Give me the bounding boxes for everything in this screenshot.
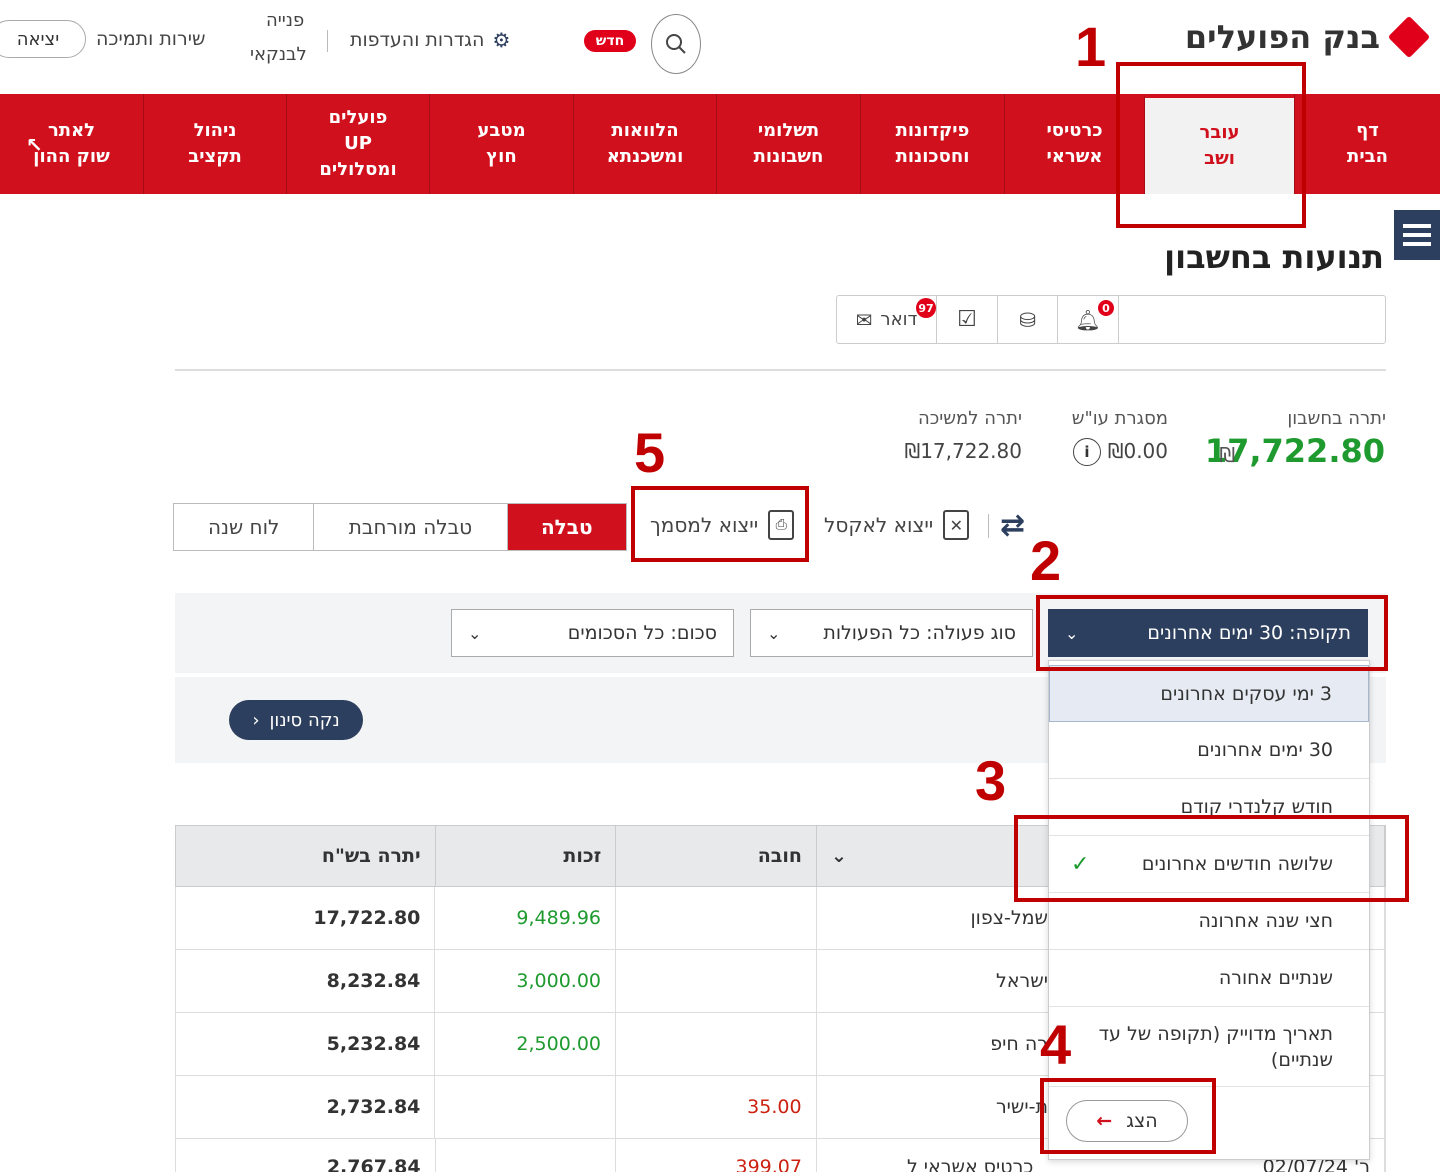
annotation-box-3 bbox=[1014, 815, 1409, 902]
nav-foreign-currency[interactable]: מטבע חוץ bbox=[429, 94, 573, 194]
amount-select-label: סכום: כל הסכומים bbox=[567, 622, 717, 644]
contact-banker-line2[interactable]: לבנקאי bbox=[250, 44, 307, 65]
annotation-box-4 bbox=[1040, 1078, 1216, 1154]
step-number-3: 3 bbox=[975, 749, 1007, 812]
divider bbox=[175, 369, 1386, 371]
nav-deposits[interactable]: פיקדונות וחסכונות bbox=[860, 94, 1004, 194]
view-tabs: לוח שנה טבלה מורחבת טבלה bbox=[173, 503, 627, 551]
bank-name: בנק הפועלים bbox=[1184, 18, 1380, 56]
period-option[interactable]: שנתיים אחורה bbox=[1049, 950, 1369, 1007]
cell-debit bbox=[616, 887, 817, 949]
exit-button[interactable]: יציאה bbox=[0, 20, 86, 58]
cell-balance: 17,722.80 bbox=[176, 887, 436, 949]
cell-credit bbox=[435, 1076, 616, 1138]
hamburger-menu-icon[interactable] bbox=[1394, 210, 1440, 260]
tasks-button[interactable]: ☑ bbox=[937, 296, 998, 343]
checkbox-icon: ☑ bbox=[957, 307, 977, 332]
cell-balance: 2,767.84 bbox=[176, 1139, 436, 1172]
cell-credit: 9,489.96 bbox=[435, 887, 616, 949]
tab-table[interactable]: טבלה bbox=[507, 504, 626, 550]
contact-banker-line1[interactable]: פנייה bbox=[266, 10, 304, 31]
export-excel-label: ייצוא לאקסל bbox=[824, 513, 934, 537]
nav-poalim-up[interactable]: פועלים UP ומסלולים bbox=[286, 94, 429, 194]
step-number-2: 2 bbox=[1030, 529, 1062, 592]
account-balance-currency: ₪ bbox=[1219, 443, 1235, 467]
cell-debit: 399.07 bbox=[616, 1139, 817, 1172]
period-option[interactable]: 3 ימי עסקים אחרונים bbox=[1049, 665, 1369, 722]
cell-description-text: כרטיס אשראי ל bbox=[906, 1156, 1034, 1172]
annotation-box-1 bbox=[1116, 62, 1306, 228]
nav-budget[interactable]: ניהול תקציב bbox=[143, 94, 286, 194]
header-debit: חובה bbox=[616, 826, 817, 886]
step-number-4: 4 bbox=[1040, 1013, 1072, 1076]
chevron-left-icon: ‹ bbox=[252, 709, 260, 731]
action-type-label: סוג פעולה: כל הפעולות bbox=[823, 622, 1016, 644]
bell-icon: 🔔︎ bbox=[1075, 307, 1101, 332]
page-title: תנועות בחשבון bbox=[1164, 238, 1384, 276]
bank-logo[interactable]: בנק הפועלים bbox=[1184, 15, 1431, 59]
available-balance-value: ₪17,722.80 bbox=[904, 439, 1022, 463]
step-number-5: 5 bbox=[634, 421, 666, 484]
annotation-box-2 bbox=[1036, 595, 1388, 671]
cell-credit bbox=[436, 1139, 617, 1172]
credit-line-label: מסגרת עו"ש bbox=[1071, 408, 1168, 429]
mail-icon: ✉ bbox=[855, 307, 873, 332]
logo-diamond-icon bbox=[1387, 15, 1431, 59]
period-option[interactable]: 30 ימים אחרונים bbox=[1049, 722, 1369, 779]
divider bbox=[327, 30, 328, 52]
annotation-box-5 bbox=[631, 486, 809, 562]
quick-toolbar: דואר ✉ 97 ☑ ⛁ 🔔︎ 0 bbox=[836, 295, 1386, 344]
cell-debit bbox=[616, 950, 817, 1012]
tab-extended-table[interactable]: טבלה מורחבת bbox=[314, 504, 508, 550]
cell-credit: 2,500.00 bbox=[435, 1013, 616, 1075]
nav-capital-market-label: לאתר שוק ההון bbox=[33, 120, 110, 167]
notifications-button[interactable]: 🔔︎ 0 bbox=[1058, 296, 1119, 343]
amount-select[interactable]: סכום: כל הסכומים ⌄ bbox=[451, 609, 734, 657]
mail-label: דואר bbox=[880, 309, 918, 330]
external-link-icon: ↖ bbox=[26, 133, 43, 157]
account-balance-label: יתרה בחשבון bbox=[1287, 408, 1386, 429]
nav-home[interactable]: דף הבית bbox=[1294, 94, 1440, 194]
step-number-1: 1 bbox=[1075, 15, 1107, 78]
refresh-icon[interactable]: ⇄ bbox=[1000, 508, 1025, 543]
chevron-down-icon: ⌄ bbox=[767, 623, 781, 643]
mail-button[interactable]: דואר ✉ 97 bbox=[837, 296, 937, 343]
nav-capital-market[interactable]: לאתר שוק ההון ↖ bbox=[0, 94, 143, 194]
period-option[interactable]: תאריך מדוייק (תקופה של עד שנתיים) bbox=[1049, 1007, 1369, 1087]
action-type-select[interactable]: סוג פעולה: כל הפעולות ⌄ bbox=[750, 609, 1033, 657]
search-button[interactable] bbox=[651, 14, 701, 74]
bell-count-badge: 0 bbox=[1098, 300, 1114, 316]
header-credit: זכות bbox=[436, 826, 617, 886]
new-badge: חדש bbox=[584, 30, 636, 52]
divider bbox=[988, 514, 989, 538]
cell-debit: 35.00 bbox=[616, 1076, 817, 1138]
chevron-down-icon: ⌄ bbox=[468, 623, 482, 643]
clear-filter-label: נקה סינון bbox=[269, 709, 340, 731]
info-icon[interactable]: i bbox=[1073, 438, 1101, 466]
cell-credit: 3,000.00 bbox=[435, 950, 616, 1012]
gear-icon: ⚙ bbox=[492, 28, 511, 52]
nav-bill-payments[interactable]: תשלומי חשבונות bbox=[716, 94, 860, 194]
header-balance: יתרה בש"ח bbox=[176, 826, 436, 886]
coins-icon: ⛁ bbox=[1019, 307, 1036, 332]
cell-balance: 5,232.84 bbox=[176, 1013, 436, 1075]
service-link[interactable]: שירות ותמיכה bbox=[96, 28, 205, 50]
cell-debit bbox=[616, 1013, 817, 1075]
export-excel-button[interactable]: ✕ ייצוא לאקסל bbox=[824, 510, 970, 540]
mail-count-badge: 97 bbox=[916, 298, 936, 318]
cell-balance: 8,232.84 bbox=[176, 950, 436, 1012]
clear-filter-button[interactable]: נקה סינון ‹ bbox=[229, 700, 363, 740]
excel-icon: ✕ bbox=[943, 510, 970, 540]
credit-line-value: ₪0.00 bbox=[1107, 439, 1168, 463]
settings-label: הגדרות והעדפות bbox=[350, 29, 485, 51]
search-icon bbox=[666, 34, 686, 54]
transfer-button[interactable]: ⛁ bbox=[998, 296, 1058, 343]
nav-loans[interactable]: הלוואות ומשכנתא bbox=[573, 94, 716, 194]
tab-calendar[interactable]: לוח שנה bbox=[174, 504, 315, 550]
available-balance-label: יתרה למשיכה bbox=[917, 408, 1022, 429]
settings-link[interactable]: ⚙ הגדרות והעדפות bbox=[350, 28, 510, 52]
cell-balance: 2,732.84 bbox=[176, 1076, 436, 1138]
